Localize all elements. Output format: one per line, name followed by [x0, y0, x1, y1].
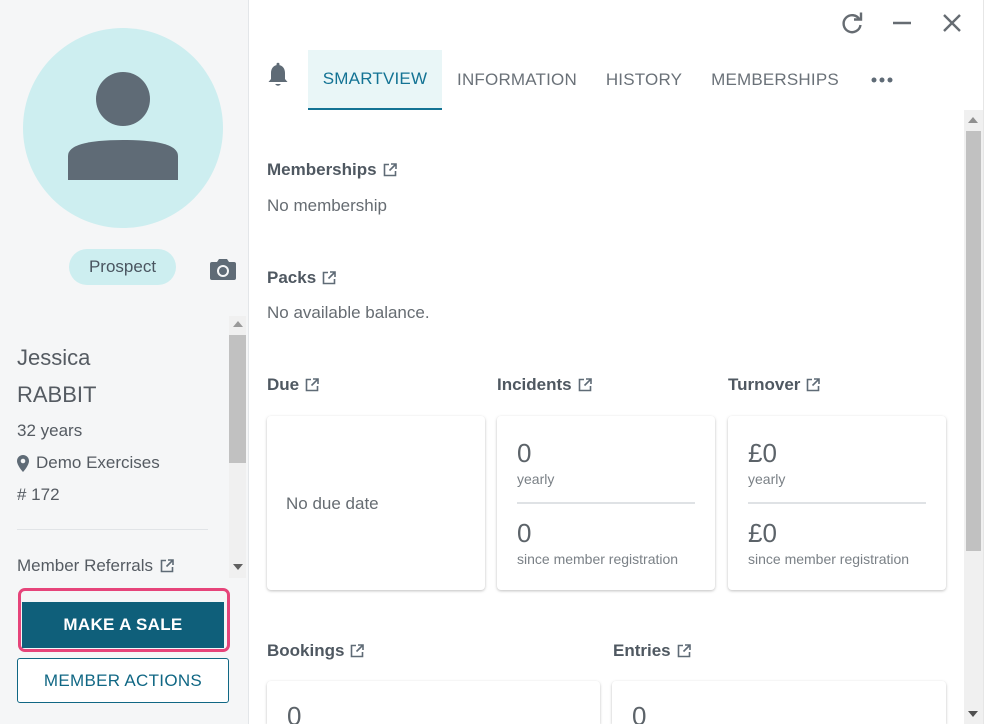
turnover-card: £0 yearly £0 since member registration — [728, 416, 946, 590]
more-icon[interactable] — [868, 68, 896, 92]
incidents-section-link[interactable]: Incidents — [497, 375, 592, 395]
refresh-icon[interactable] — [839, 10, 865, 36]
divider — [517, 502, 695, 504]
incidents-since-value: 0 — [517, 518, 532, 548]
entries-value: 0 — [632, 701, 647, 724]
incidents-title: Incidents — [497, 375, 572, 394]
user-icon — [68, 72, 178, 180]
divider — [748, 502, 926, 504]
bookings-title: Bookings — [267, 641, 345, 660]
scroll-up-arrow[interactable] — [968, 117, 978, 123]
external-link-icon — [160, 559, 174, 573]
avatar — [23, 28, 223, 228]
external-link-icon — [351, 644, 365, 658]
incidents-yearly-value: 0 — [517, 438, 532, 468]
turnover-yearly-value: £0 — [748, 438, 777, 468]
incidents-since-label: since member registration — [517, 551, 679, 567]
close-icon[interactable] — [939, 10, 965, 36]
packs-status: No available balance. — [267, 303, 430, 322]
tab-smartview[interactable]: SMARTVIEW — [308, 50, 442, 110]
incidents-card: 0 yearly 0 since member registration — [497, 416, 715, 590]
member-referrals-link[interactable]: Member Referrals — [17, 556, 174, 576]
external-link-icon — [677, 644, 691, 658]
due-card: No due date — [267, 416, 485, 590]
entries-card: 0 — [612, 681, 946, 724]
status-badge: Prospect — [69, 249, 176, 285]
memberships-section-link[interactable]: Memberships — [267, 160, 397, 180]
tab-memberships[interactable]: MEMBERSHIPS — [700, 50, 850, 110]
member-details: Jessica RABBIT 32 years Demo Exercises #… — [0, 316, 249, 578]
scroll-thumb[interactable] — [229, 335, 246, 463]
divider — [17, 529, 208, 530]
sidebar-scrollbar[interactable] — [229, 316, 246, 578]
packs-section-link[interactable]: Packs — [267, 268, 336, 288]
bookings-card: 0 — [267, 681, 600, 724]
external-link-icon — [305, 378, 319, 392]
external-link-icon — [383, 163, 397, 177]
due-section-link[interactable]: Due — [267, 375, 319, 395]
external-link-icon — [578, 378, 592, 392]
camera-icon[interactable] — [209, 257, 237, 281]
turnover-section-link[interactable]: Turnover — [728, 375, 821, 395]
scroll-thumb[interactable] — [966, 131, 981, 551]
scroll-up-arrow[interactable] — [233, 321, 243, 327]
first-name: Jessica — [17, 345, 91, 370]
turnover-since-value: £0 — [748, 518, 777, 548]
turnover-since-label: since member registration — [748, 551, 910, 567]
incidents-yearly-label: yearly — [517, 471, 555, 487]
member-number: # 172 — [17, 485, 60, 504]
due-title: Due — [267, 375, 300, 394]
memberships-title: Memberships — [267, 160, 377, 179]
entries-section-link[interactable]: Entries — [613, 641, 691, 661]
tab-information[interactable]: INFORMATION — [446, 50, 588, 110]
minimize-icon[interactable] — [889, 10, 915, 36]
last-name: RABBIT — [17, 382, 97, 407]
packs-title: Packs — [267, 268, 317, 287]
external-link-icon — [807, 378, 821, 392]
member-sidebar: Prospect Jessica RABBIT 32 years Demo Ex… — [0, 0, 249, 724]
external-link-icon — [322, 271, 336, 285]
bell-icon[interactable] — [266, 62, 290, 88]
bookings-value: 0 — [287, 701, 302, 724]
member-age: 32 years — [17, 421, 83, 440]
scroll-down-arrow[interactable] — [233, 564, 243, 570]
location-pin-icon — [17, 454, 29, 472]
turnover-title: Turnover — [728, 375, 801, 394]
location-label: Demo Exercises — [36, 453, 160, 472]
scroll-down-arrow[interactable] — [968, 711, 978, 717]
content-scrollbar[interactable] — [964, 110, 983, 724]
entries-title: Entries — [613, 641, 671, 660]
tab-history[interactable]: HISTORY — [596, 50, 692, 110]
make-a-sale-button[interactable]: MAKE A SALE — [22, 602, 224, 648]
bookings-section-link[interactable]: Bookings — [267, 641, 365, 661]
background-window-edge — [983, 0, 991, 724]
turnover-yearly-label: yearly — [748, 471, 786, 487]
member-referrals-label: Member Referrals — [17, 556, 154, 575]
memberships-status: No membership — [267, 196, 387, 215]
due-status: No due date — [286, 494, 379, 513]
member-actions-button[interactable]: MEMBER ACTIONS — [17, 658, 229, 703]
member-location: Demo Exercises — [17, 453, 160, 473]
